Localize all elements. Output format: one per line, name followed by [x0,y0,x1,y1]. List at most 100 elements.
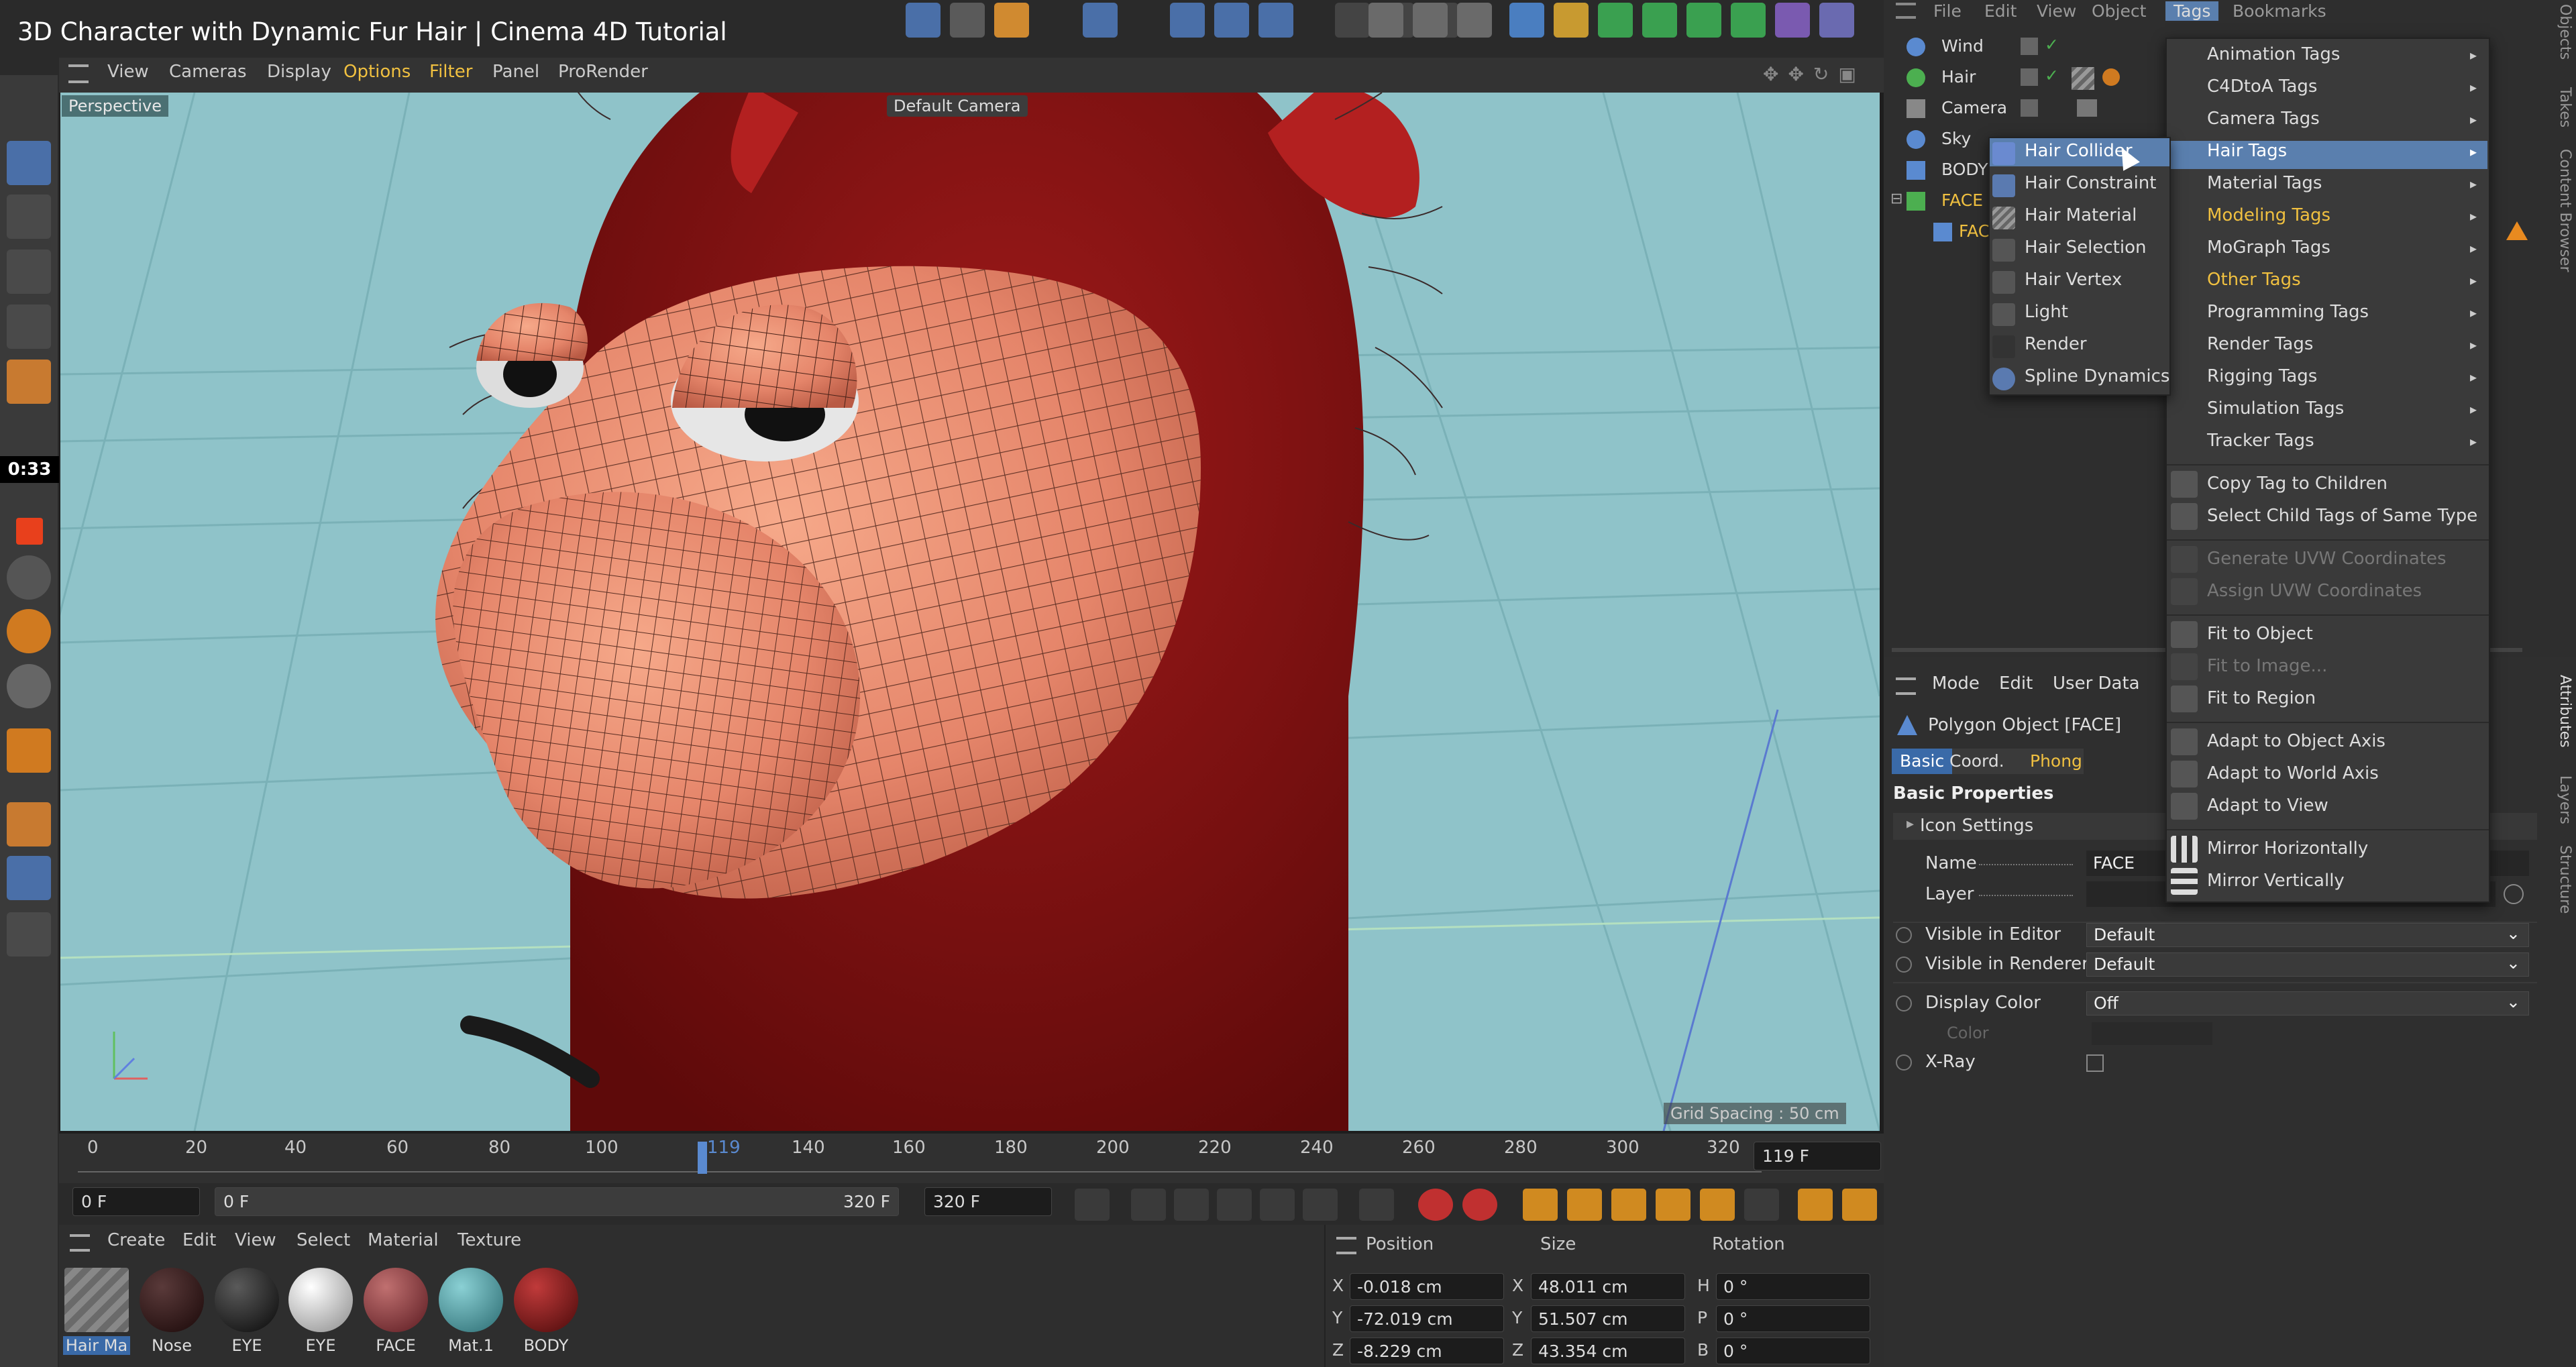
check-icon[interactable]: ✓ [2045,66,2059,85]
menu-item-material-tags[interactable]: Material Tags [2207,173,2322,193]
y-axis-icon[interactable] [1214,3,1249,38]
polygon-mode-icon[interactable] [7,360,51,404]
material-swatch[interactable]: BODY [513,1265,580,1359]
record-keys-icon[interactable] [1418,1189,1453,1221]
keyframe-selection-icon[interactable] [1523,1189,1558,1221]
menu-item-mirror-horizontally[interactable]: Mirror Horizontally [2207,838,2368,859]
locked-workplane-icon[interactable] [7,856,51,900]
viewport-menu-prorender[interactable]: ProRender [558,62,648,82]
playhead[interactable] [698,1142,707,1174]
render-region-icon[interactable] [1335,3,1370,38]
attr-menu-edit[interactable]: Edit [1999,673,2033,694]
animate-radio-icon[interactable] [1896,995,1912,1011]
magnet-icon[interactable] [7,728,51,773]
next-frame-icon[interactable] [1260,1189,1295,1221]
color-swatch[interactable] [2092,1022,2212,1045]
menu-item-adapt-object-axis[interactable]: Adapt to Object Axis [2207,731,2385,751]
material-swatch[interactable]: FACE [362,1265,429,1359]
attr-menu-user-data[interactable]: User Data [2053,673,2140,694]
menu-item-spline-dynamics[interactable]: Spline Dynamics [2025,366,2169,386]
previous-key-icon[interactable] [1131,1189,1166,1221]
menu-item-hair-selection[interactable]: Hair Selection [2025,237,2146,258]
menu-item-light[interactable]: Light [2025,302,2068,322]
menu-item-fit-to-region[interactable]: Fit to Region [2207,688,2316,708]
menu-item-camera-tags[interactable]: Camera Tags [2207,109,2320,129]
menu-icon[interactable] [70,1234,90,1252]
menu-item-c4dtoa-tags[interactable]: C4DtoA Tags [2207,76,2317,97]
menu-item-render[interactable]: Render [2025,334,2087,354]
menu-item-tracker-tags[interactable]: Tracker Tags [2207,431,2314,451]
next-key-icon[interactable] [1303,1189,1338,1221]
field-icon[interactable] [1819,3,1854,38]
point-mode-icon[interactable] [7,250,51,294]
visibility-icon[interactable] [2021,38,2038,55]
menu-item-programming-tags[interactable]: Programming Tags [2207,302,2369,322]
tab-phong[interactable]: Phong [2030,751,2082,771]
camera-icon[interactable] [1413,3,1448,38]
collapse-icon[interactable]: ⊟ [1890,190,1902,207]
position-x-field[interactable]: -0.018 cm [1350,1273,1504,1300]
parameter-key-icon[interactable] [1700,1189,1735,1221]
side-tab-takes[interactable]: Takes [2549,87,2573,127]
object-menu-object[interactable]: Object [2092,1,2146,21]
side-tab-attributes[interactable]: Attributes [2549,675,2573,748]
snap-settings-icon[interactable] [7,609,51,653]
material-swatch[interactable]: Mat.1 [437,1265,504,1359]
menu-icon[interactable] [1896,3,1916,19]
animate-radio-icon[interactable] [1896,1054,1912,1071]
visibility-icon[interactable] [2021,99,2038,117]
layer-picker-icon[interactable] [2504,884,2524,904]
material-menu-edit[interactable]: Edit [182,1230,216,1250]
visible-renderer-dropdown[interactable]: Default ⌄ [2086,952,2529,977]
menu-item-modeling-tags[interactable]: Modeling Tags [2207,205,2330,225]
go-to-start-icon[interactable] [1075,1189,1110,1221]
viewport-menu-panel[interactable]: Panel [492,62,539,82]
position-y-field[interactable]: -72.019 cm [1350,1305,1504,1332]
cube-icon[interactable] [1509,3,1544,38]
menu-item-simulation-tags[interactable]: Simulation Tags [2207,398,2344,419]
position-z-field[interactable]: -8.229 cm [1350,1337,1504,1364]
material-swatch[interactable]: EYE [213,1265,280,1359]
material-menu-material[interactable]: Material [368,1230,439,1250]
visible-editor-dropdown[interactable]: Default ⌄ [2086,923,2529,947]
texture-mode-icon[interactable] [7,195,51,239]
extrude-icon[interactable] [1642,3,1677,38]
material-swatch[interactable]: Hair Ma [63,1265,130,1359]
rotation-p-field[interactable]: 0 ° [1716,1305,1870,1332]
display-color-dropdown[interactable]: Off ⌄ [2086,991,2529,1016]
viewport-menu-filter[interactable]: Filter [429,62,472,82]
z-axis-icon[interactable] [1258,3,1293,38]
x-axis-icon[interactable] [1170,3,1205,38]
attr-menu-mode[interactable]: Mode [1932,673,1980,694]
scale-icon[interactable] [994,3,1029,38]
object-menu-tags[interactable]: Tags [2165,1,2219,21]
previous-frame-icon[interactable] [1174,1189,1209,1221]
size-x-field[interactable]: 48.011 cm [1531,1273,1685,1300]
object-row[interactable]: Wind ✓ [1884,34,2165,63]
snap-enable-icon[interactable] [7,664,51,708]
edge-mode-icon[interactable] [7,305,51,349]
side-tab-structure[interactable]: Structure [2549,845,2573,914]
object-menu-bookmarks[interactable]: Bookmarks [2233,1,2326,21]
menu-item-render-tags[interactable]: Render Tags [2207,334,2313,354]
record-icon[interactable] [16,518,43,545]
current-frame-field[interactable]: 119 F [1754,1142,1881,1170]
animate-radio-icon[interactable] [1896,927,1912,943]
object-row[interactable]: Hair ✓ [1884,64,2165,94]
viewport-nav-icons[interactable]: ✥✥↻▣ [1763,63,1870,87]
light-icon[interactable] [1457,3,1492,38]
menu-item-adapt-world-axis[interactable]: Adapt to World Axis [2207,763,2379,783]
deformer-icon[interactable] [1775,3,1810,38]
hair-material-tag-icon[interactable] [2072,67,2094,90]
menu-item-hair-vertex[interactable]: Hair Vertex [2025,270,2122,290]
material-menu-view[interactable]: View [235,1230,276,1250]
scale-key-icon[interactable] [1611,1189,1646,1221]
material-swatch[interactable]: EYE [287,1265,354,1359]
menu-item-hair-tags[interactable]: Hair Tags [2207,141,2287,161]
pen-icon[interactable] [1554,3,1589,38]
camera-tag-icon[interactable] [2077,99,2097,117]
menu-item-hair-constraint[interactable]: Hair Constraint [2025,173,2156,193]
auto-key-icon[interactable] [1462,1189,1497,1221]
mograph-icon[interactable] [1686,3,1721,38]
menu-item-mirror-vertically[interactable]: Mirror Vertically [2207,871,2345,891]
